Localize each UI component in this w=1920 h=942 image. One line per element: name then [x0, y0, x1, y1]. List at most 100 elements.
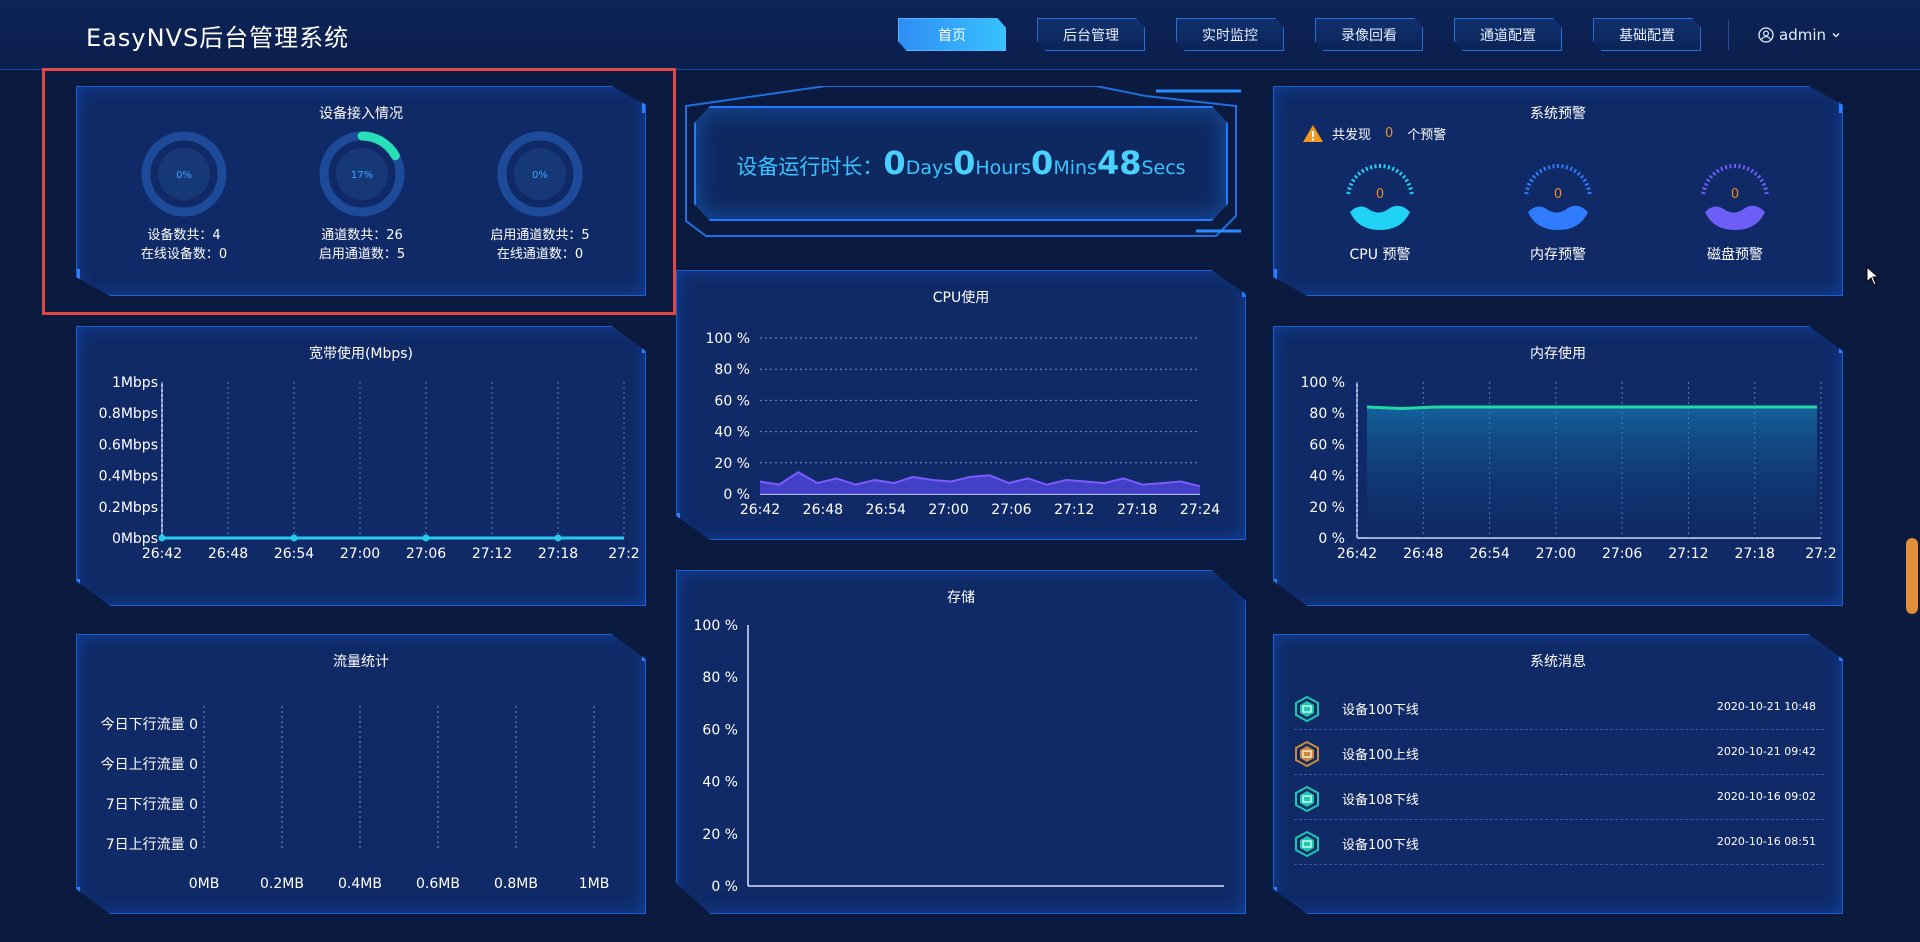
- gauge-value: 0: [1376, 187, 1384, 202]
- x-tick-label: 27:06: [406, 546, 446, 562]
- x-tick-label: 0.8MB: [494, 876, 538, 892]
- message-time: 2020-10-21 09:42: [1716, 745, 1816, 758]
- user-menu[interactable]: admin: [1758, 26, 1841, 44]
- gauge-tick: [1738, 164, 1741, 169]
- x-tick-label: 26:54: [866, 502, 906, 518]
- x-tick-label: 27:12: [472, 546, 512, 562]
- series-area: [1367, 406, 1817, 538]
- username: admin: [1779, 26, 1826, 44]
- gauge-tick: [1401, 174, 1407, 179]
- x-tick-label: 27:2: [1805, 546, 1836, 562]
- x-tick-label: 27:00: [340, 546, 380, 562]
- nav-channel-config[interactable]: 通道配置: [1454, 18, 1562, 51]
- gauge-tick: [1579, 174, 1585, 179]
- gauge-tick: [1703, 182, 1709, 187]
- traffic-chart: 0MB 0.2MB 0.4MB 0.6MB 0.8MB 1MB 今日下行流量 0 今日上行流量…: [101, 706, 609, 892]
- gauge-tick: [1708, 174, 1714, 179]
- category-label: 7日下行流量 0: [106, 797, 198, 813]
- gauge-tick: [1573, 168, 1578, 174]
- message-text: 设备100下线: [1342, 703, 1419, 718]
- message-row[interactable]: 设备100上线 2020-10-21 09:42: [1294, 731, 1824, 775]
- x-tick-label: 27:24: [1180, 502, 1220, 518]
- gauge-tick: [1715, 168, 1720, 174]
- x-tick-label: 27:06: [1602, 546, 1642, 562]
- x-tick-label: 27:12: [1668, 546, 1708, 562]
- y-tick-label: 80 %: [1309, 406, 1345, 422]
- gauge-label: CPU 预警: [1349, 247, 1411, 263]
- x-tick-label: 27:18: [538, 546, 578, 562]
- gauge-tick: [1398, 171, 1403, 176]
- nav-home[interactable]: 首页: [898, 18, 1006, 51]
- gauge-tick: [1353, 174, 1359, 179]
- gauge-tick: [1365, 166, 1369, 172]
- warning-icon: [1303, 125, 1323, 142]
- runtime-secs: 48: [1096, 144, 1142, 182]
- series-line: [1366, 405, 1817, 411]
- message-row[interactable]: 设备100下线 2020-10-16 08:51: [1294, 821, 1824, 865]
- gauge-tick: [1526, 182, 1532, 187]
- nav-basic-config[interactable]: 基础配置: [1593, 18, 1701, 51]
- nav-playback[interactable]: 录像回看: [1315, 18, 1423, 51]
- x-tick-label: 27:18: [1735, 546, 1775, 562]
- memory-chart: 100 % 80 % 60 % 40 % 20 % 0 %26:42 26:48 26:54 2…: [1301, 375, 1837, 562]
- y-tick-label: 60 %: [714, 393, 750, 409]
- gauge-wave: [1350, 205, 1410, 230]
- device-hex-icon: [1295, 741, 1319, 767]
- device-hex-icon: [1295, 696, 1319, 722]
- gauge-tick: [1406, 182, 1412, 187]
- gauge-tick: [1761, 182, 1767, 187]
- gauge-tick: [1374, 164, 1377, 169]
- y-tick-label: 0Mbps: [112, 531, 158, 547]
- gauge-tick: [1387, 165, 1391, 170]
- y-tick-label: 0.8Mbps: [99, 406, 158, 422]
- y-tick-label: 1Mbps: [112, 375, 158, 391]
- message-time: 2020-10-21 10:48: [1716, 700, 1816, 713]
- messages-title: 系统消息: [1530, 654, 1586, 670]
- x-tick-label: 27:00: [1536, 546, 1576, 562]
- gauge-tick: [1729, 164, 1732, 169]
- gauge-tick: [1529, 178, 1534, 183]
- message-row[interactable]: 设备108下线 2020-10-16 09:02: [1294, 776, 1824, 820]
- runtime-days-unit: Days: [905, 157, 954, 179]
- warning-summary-prefix: 共发现: [1332, 128, 1372, 143]
- y-tick-label: 0 %: [723, 487, 750, 503]
- y-tick-label: 60 %: [1309, 437, 1345, 453]
- x-tick-label: 26:48: [803, 502, 843, 518]
- data-point: [158, 534, 166, 542]
- device-hex-icon: [1295, 786, 1319, 812]
- y-tick-label: 100 %: [1301, 375, 1345, 391]
- y-tick-label: 20 %: [714, 456, 750, 472]
- user-icon: [1758, 27, 1774, 43]
- gauge-tick: [1409, 191, 1414, 195]
- runtime-mins-unit: Mins: [1053, 157, 1097, 179]
- panel-corner: [1274, 269, 1300, 295]
- y-tick-label: 100 %: [706, 331, 750, 347]
- gauge-tick: [1351, 178, 1356, 183]
- message-row[interactable]: 设备100下线 2020-10-21 10:48: [1294, 686, 1824, 730]
- gauge-tick: [1524, 191, 1529, 195]
- gauge-value: 0: [1731, 187, 1739, 202]
- nav-admin[interactable]: 后台管理: [1037, 18, 1145, 51]
- x-tick-label: 0.4MB: [338, 876, 382, 892]
- x-tick-label: 26:48: [1403, 546, 1443, 562]
- runtime-days: 0: [883, 144, 906, 182]
- system-warning-title: 系统预警: [1530, 106, 1586, 122]
- y-tick-label: 100 %: [694, 618, 738, 634]
- nav-live-monitor[interactable]: 实时监控: [1176, 18, 1284, 51]
- gauge-tick: [1702, 187, 1707, 191]
- gauge-tick: [1383, 164, 1386, 169]
- bandwidth-chart: 1Mbps0.8Mbps0.6Mbps0.4Mbps0.2Mbps0Mbps26…: [99, 375, 640, 562]
- gauge-tick: [1742, 165, 1746, 170]
- y-tick-label: 80 %: [714, 362, 750, 378]
- scrollbar-thumb[interactable]: [1906, 538, 1918, 614]
- storage-chart: 100 % 80 % 60 % 40 % 20 % 0 %: [694, 618, 1224, 895]
- gauge-tick: [1763, 187, 1768, 191]
- gauge-tick: [1724, 165, 1728, 170]
- y-tick-label: 0 %: [1318, 531, 1345, 547]
- runtime-panel: 设备运行时长：0Days0Hours0Mins48Secs: [676, 86, 1246, 241]
- gauge-3: 0: [1701, 164, 1769, 230]
- data-point: [290, 534, 298, 542]
- runtime-mins: 0: [1031, 144, 1054, 182]
- gauge-tick: [1395, 168, 1400, 174]
- gauge-tick: [1535, 171, 1540, 176]
